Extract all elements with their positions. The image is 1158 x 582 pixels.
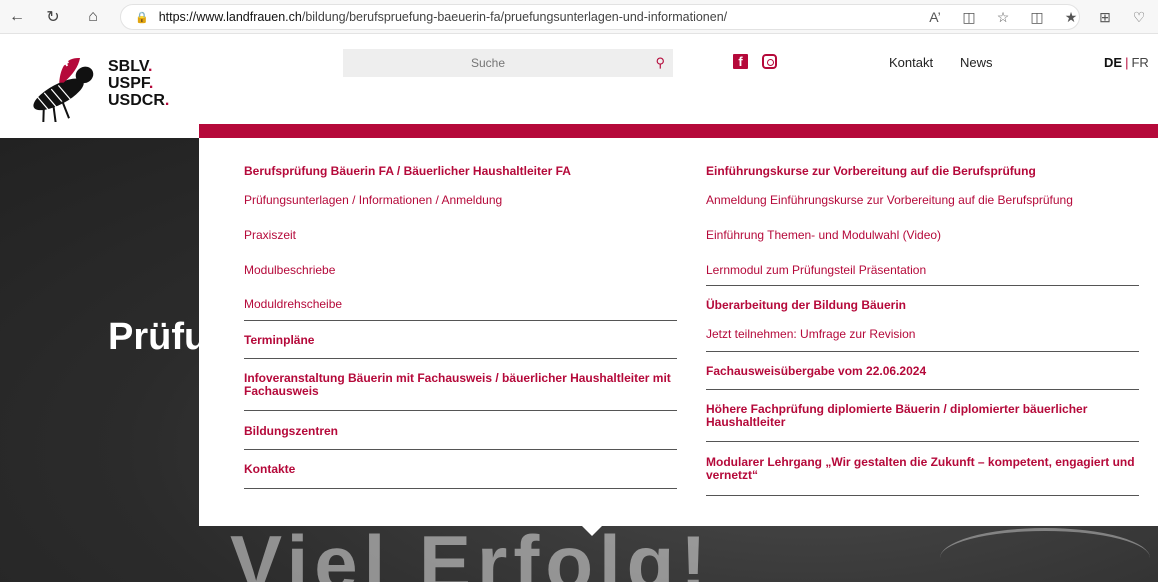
divider: [706, 441, 1139, 442]
hero-chalk-drawing: [940, 528, 1150, 582]
hero-chalk-text: Viel Erfolg!: [230, 519, 713, 582]
lang-de[interactable]: DE: [1104, 55, 1122, 70]
dropdown-link-terminplaene[interactable]: Terminpläne: [244, 334, 314, 347]
back-icon[interactable]: ←: [4, 4, 30, 30]
logo-line-uspf: USPF: [108, 75, 149, 92]
divider: [244, 320, 677, 321]
divider: [244, 488, 677, 489]
social-links: f: [733, 54, 777, 69]
collections-icon[interactable]: ⊞: [1094, 4, 1116, 30]
search-input[interactable]: [343, 56, 633, 70]
dropdown-link-einfuehrung-video[interactable]: Einführung Themen- und Modulwahl (Video): [706, 228, 941, 242]
divider: [244, 358, 677, 359]
favorite-icon[interactable]: ☆: [992, 4, 1014, 30]
divider: [706, 495, 1139, 496]
news-link[interactable]: News: [960, 55, 993, 70]
dropdown-link-praxiszeit[interactable]: Praxiszeit: [244, 228, 296, 242]
favorites-list-icon[interactable]: ★: [1060, 4, 1082, 30]
home-icon[interactable]: ⌂: [80, 4, 106, 30]
lock-icon[interactable]: 🔒: [135, 11, 149, 24]
divider: [706, 351, 1139, 352]
lang-separator: |: [1125, 55, 1129, 70]
browser-actions: A’ ◫ ☆ ◫ ★ ⊞ ♡: [924, 4, 1150, 30]
dropdown-heading-einfuehrungskurse[interactable]: Einführungskurse zur Vorbereitung auf di…: [706, 165, 1036, 178]
reload-icon[interactable]: ↻: [40, 4, 66, 30]
search-box: ⚲: [343, 49, 673, 77]
dropdown-link-anmeldung-einfuehrungskurse[interactable]: Anmeldung Einführungskurse zur Vorbereit…: [706, 193, 1073, 207]
dropdown-link-lernmodul[interactable]: Lernmodul zum Prüfungsteil Präsentation: [706, 263, 926, 277]
lang-fr[interactable]: FR: [1131, 55, 1148, 70]
divider: [706, 285, 1139, 286]
site-header: SBLV. USPF. USDCR. ⚲ f Kontakt News DE|F…: [0, 34, 1158, 173]
divider: [244, 449, 677, 450]
dropdown-link-infoveranstaltung[interactable]: Infoveranstaltung Bäuerin mit Fachauswei…: [244, 372, 674, 398]
url-host: https://www.landfrauen.ch: [158, 10, 302, 24]
dropdown-link-umfrage[interactable]: Jetzt teilnehmen: Umfrage zur Revision: [706, 327, 915, 341]
dropdown-link-moduldrehscheibe[interactable]: Moduldrehscheibe: [244, 297, 342, 311]
kontakt-link[interactable]: Kontakt: [889, 55, 933, 70]
dropdown-link-hoehere-fachpruefung[interactable]: Höhere Fachprüfung diplomierte Bäuerin /…: [706, 403, 1126, 429]
copilot-icon[interactable]: ♡: [1128, 4, 1150, 30]
browser-toolbar: ← ↻ ⌂ 🔒 https://www.landfrauen.ch/bildun…: [0, 0, 1158, 34]
logo-bee-icon[interactable]: [26, 52, 106, 122]
dropdown-heading-ueberarbeitung[interactable]: Überarbeitung der Bildung Bäuerin: [706, 299, 906, 312]
dropdown-link-modulbeschriebe[interactable]: Modulbeschriebe: [244, 263, 335, 277]
hero-title: Prüfu: [108, 316, 208, 358]
search-icon[interactable]: ⚲: [655, 55, 665, 71]
dropdown-link-fachausweisuebergabe[interactable]: Fachausweisübergabe vom 22.06.2024: [706, 365, 926, 378]
logo-line-sblv: SBLV: [108, 58, 149, 75]
split-screen-icon[interactable]: ◫: [958, 4, 980, 30]
logo-text[interactable]: SBLV. USPF. USDCR.: [108, 58, 169, 109]
instagram-icon[interactable]: [762, 54, 777, 69]
scroll-down-indicator: [580, 524, 604, 536]
facebook-icon[interactable]: f: [733, 54, 748, 69]
sidebar-icon[interactable]: ◫: [1026, 4, 1048, 30]
read-aloud-icon[interactable]: A’: [924, 4, 946, 30]
dropdown-heading-berufspruefung[interactable]: Berufsprüfung Bäuerin FA / Bäuerlicher H…: [244, 165, 571, 178]
dropdown-link-bildungszentren[interactable]: Bildungszentren: [244, 425, 338, 438]
dropdown-link-pruefungsunterlagen[interactable]: Prüfungsunterlagen / Informationen / Anm…: [244, 193, 502, 207]
divider: [244, 410, 677, 411]
dropdown-link-kontakte[interactable]: Kontakte: [244, 463, 295, 476]
dropdown-link-modularer-lehrgang[interactable]: Modularer Lehrgang „Wir gestalten die Zu…: [706, 456, 1136, 482]
bildung-dropdown-menu: Berufsprüfung Bäuerin FA / Bäuerlicher H…: [199, 138, 1158, 526]
divider: [706, 389, 1139, 390]
logo-line-usdcr: USDCR: [108, 92, 165, 109]
language-switcher: DE | FR: [1104, 55, 1149, 70]
url-path: /bildung/berufspruefung-baeuerin-fa/prue…: [301, 10, 728, 24]
